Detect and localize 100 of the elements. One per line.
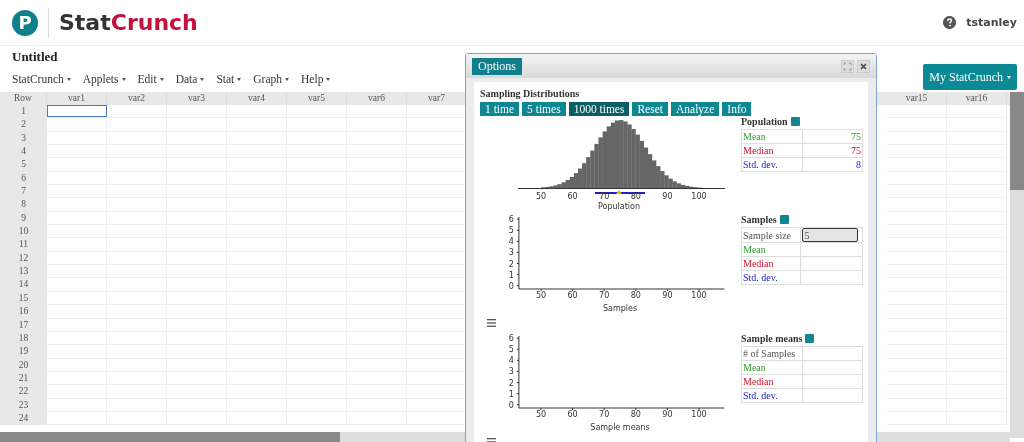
selected-cell[interactable] bbox=[47, 105, 107, 118]
column-header[interactable]: var6 bbox=[347, 92, 407, 105]
y-tick-label: 5 bbox=[508, 345, 514, 355]
column-header[interactable]: var1 bbox=[47, 92, 107, 105]
x-tick-label: 80 bbox=[630, 192, 641, 201]
axis-label: Samples bbox=[601, 304, 639, 313]
y-tick-label: 4 bbox=[508, 356, 514, 366]
stat-value: 75 bbox=[802, 129, 863, 144]
action-button[interactable]: 1000 times bbox=[568, 102, 630, 116]
sample-size-field[interactable]: 5 bbox=[801, 228, 858, 242]
menu-item[interactable]: Data bbox=[175, 73, 205, 85]
logo-mark: P bbox=[12, 9, 38, 36]
action-button[interactable]: Info bbox=[722, 102, 752, 116]
menu-item[interactable]: Edit bbox=[137, 73, 164, 85]
document-title: Untitled bbox=[12, 49, 59, 65]
stat-label: Sample size bbox=[741, 227, 801, 243]
username[interactable]: tstanley bbox=[966, 16, 1017, 29]
y-tick-label: 1 bbox=[508, 389, 514, 399]
axis-label: Population bbox=[598, 202, 640, 211]
y-tick-label: 6 bbox=[508, 215, 514, 225]
table-title: Sample means bbox=[741, 333, 803, 344]
column-header[interactable]: var2 bbox=[107, 92, 167, 105]
row-number: 5 bbox=[0, 158, 47, 172]
my-statcrunch-button[interactable]: My StatCrunch bbox=[923, 64, 1017, 90]
column-header[interactable]: var16 bbox=[947, 92, 1007, 105]
axis-label: Sample means bbox=[589, 423, 651, 432]
x-tick-label: 100 bbox=[691, 192, 707, 201]
column-header[interactable]: var4 bbox=[227, 92, 287, 105]
stat-label: Median bbox=[741, 256, 801, 271]
x-tick-label: 50 bbox=[535, 410, 547, 419]
y-tick-label: 3 bbox=[508, 367, 514, 377]
row-number: 2 bbox=[0, 118, 47, 132]
column-header[interactable]: var15 bbox=[887, 92, 947, 105]
x-tick-label: 60 bbox=[567, 291, 578, 300]
row-number: 19 bbox=[0, 345, 47, 359]
stat-label: Std. dev. bbox=[741, 270, 801, 285]
column-header[interactable]: var5 bbox=[287, 92, 347, 105]
stat-label: Mean bbox=[741, 360, 803, 375]
menu-item[interactable]: Applets bbox=[82, 73, 126, 85]
panel-heading: Sampling Distributions bbox=[480, 88, 581, 99]
y-tick-label: 5 bbox=[508, 226, 514, 236]
row-number: 13 bbox=[0, 265, 47, 279]
plus-icon[interactable] bbox=[779, 215, 789, 224]
x-tick-label: 100 bbox=[691, 291, 707, 300]
x-tick-label: 80 bbox=[630, 291, 641, 300]
row-number: 4 bbox=[0, 145, 47, 159]
x-tick-label: 70 bbox=[599, 291, 610, 300]
options-button[interactable]: Options bbox=[472, 58, 522, 75]
x-tick-label: 100 bbox=[691, 410, 707, 419]
close-icon[interactable] bbox=[857, 60, 870, 73]
app-logo[interactable]: StatCrunch bbox=[59, 10, 198, 35]
row-number: 1 bbox=[0, 105, 47, 119]
menu-icon[interactable] bbox=[487, 319, 496, 327]
y-tick-label: 6 bbox=[508, 334, 514, 344]
row-number: 11 bbox=[0, 238, 47, 252]
menu-item[interactable]: Stat bbox=[216, 73, 242, 85]
stat-label: Median bbox=[741, 143, 803, 158]
mean-marker-drawing bbox=[594, 190, 646, 194]
stat-label: # of Samples bbox=[741, 346, 803, 361]
x-tick-label: 90 bbox=[662, 291, 673, 300]
x-tick-label: 80 bbox=[630, 410, 641, 419]
row-number: 7 bbox=[0, 185, 47, 199]
table-title: Samples bbox=[741, 214, 777, 225]
y-tick-label: 2 bbox=[508, 378, 514, 388]
help-icon[interactable] bbox=[943, 16, 957, 29]
y-tick-label: 2 bbox=[508, 259, 514, 269]
row-number: 10 bbox=[0, 225, 47, 239]
row-number: 16 bbox=[0, 305, 47, 319]
row-number: 22 bbox=[0, 385, 47, 399]
vertical-scrollbar[interactable] bbox=[1010, 92, 1024, 438]
menu-item[interactable]: Help bbox=[301, 73, 331, 85]
action-button[interactable]: 1 time bbox=[480, 102, 520, 116]
y-tick-label: 0 bbox=[508, 281, 514, 291]
x-tick-label: 90 bbox=[662, 410, 673, 419]
stat-label: Mean bbox=[741, 129, 803, 144]
plus-icon[interactable] bbox=[805, 334, 815, 343]
action-button[interactable]: Reset bbox=[632, 102, 668, 116]
y-tick-label: 0 bbox=[508, 400, 514, 410]
stat-value: 75 bbox=[802, 143, 863, 158]
action-button[interactable]: Analyze bbox=[671, 102, 720, 116]
x-tick-label: 50 bbox=[535, 192, 547, 201]
x-tick-label: 70 bbox=[599, 410, 610, 419]
stat-label: Mean bbox=[741, 242, 801, 257]
stat-label: Std. dev. bbox=[741, 388, 803, 403]
menu-item[interactable]: Graph bbox=[253, 73, 290, 85]
stat-label: Std. dev. bbox=[741, 157, 803, 172]
x-tick-label: 60 bbox=[567, 410, 578, 419]
x-tick-label: 50 bbox=[535, 291, 547, 300]
stat-value: 8 bbox=[802, 157, 863, 172]
stat-label: Median bbox=[741, 374, 803, 389]
x-tick-label: 70 bbox=[599, 192, 610, 201]
column-header[interactable]: var3 bbox=[167, 92, 227, 105]
action-button[interactable]: 5 times bbox=[522, 102, 566, 116]
plus-icon[interactable] bbox=[790, 117, 800, 126]
x-tick-label: 90 bbox=[662, 192, 673, 201]
y-tick-label: 1 bbox=[508, 270, 514, 280]
x-tick-label: 60 bbox=[567, 192, 578, 201]
row-number: 8 bbox=[0, 198, 47, 212]
row-number: 14 bbox=[0, 278, 47, 292]
menu-item[interactable]: StatCrunch bbox=[12, 73, 71, 85]
